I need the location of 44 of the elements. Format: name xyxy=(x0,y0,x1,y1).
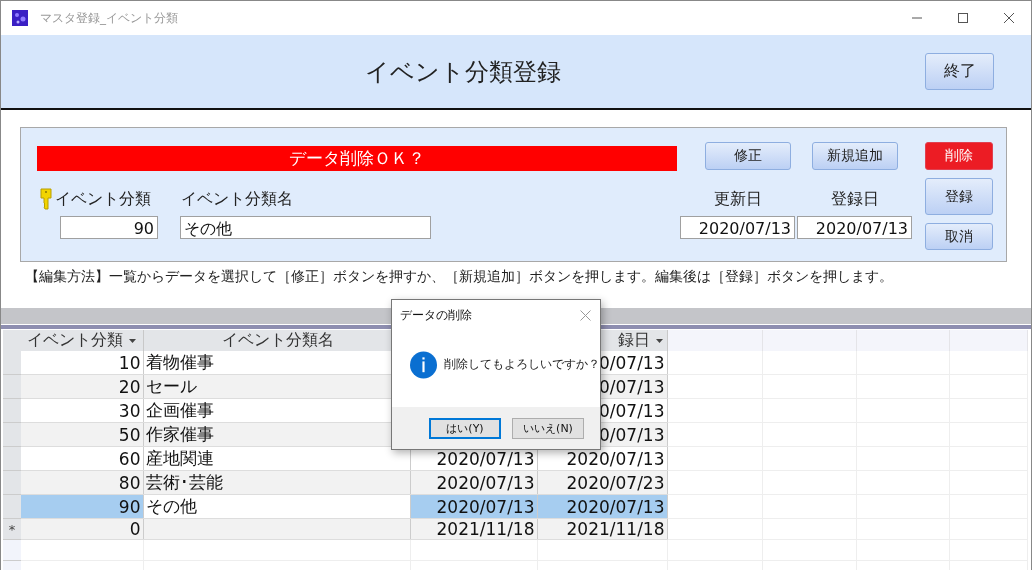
dialog-title: データの削除 xyxy=(400,306,472,324)
message-bar: データ削除ＯＫ？ xyxy=(37,146,677,171)
table-cell: 2020/07/13 xyxy=(410,470,537,495)
action-button[interactable]: 登録 xyxy=(925,178,993,215)
app-icon xyxy=(12,10,28,26)
table-cell: 2020/07/13 xyxy=(410,494,537,519)
dialog-button[interactable]: いいえ(N) xyxy=(512,417,584,439)
field-label: 登録日 xyxy=(830,188,879,210)
dropdown-icon[interactable] xyxy=(129,338,136,343)
table-cell: 80 xyxy=(21,470,143,495)
table-cell: 2020/07/23 xyxy=(537,470,667,495)
action-button[interactable]: 新規追加 xyxy=(812,142,898,170)
instruction-text: 【編集方法】一覧からデータを選択して［修正］ボタンを押すか、［新規追加］ボタンを押します。編集後は［登録］ボタンを押します。 xyxy=(25,268,894,286)
table-cell: 30 xyxy=(21,398,143,423)
table-cell: その他 xyxy=(143,494,410,519)
key-icon xyxy=(39,188,53,210)
table-cell: 50 xyxy=(21,422,143,447)
table-cell: 芸術･芸能 xyxy=(143,470,410,495)
dropdown-icon[interactable] xyxy=(655,338,663,343)
date-field[interactable]: 2020/07/13 xyxy=(680,216,795,239)
field-label: 更新日 xyxy=(713,188,762,210)
dialog-button[interactable]: はい(Y) xyxy=(429,417,501,439)
info-icon xyxy=(410,349,437,380)
maximize-icon[interactable] xyxy=(957,12,969,24)
table-cell: 10 xyxy=(21,351,143,375)
exit-button[interactable]: 終了 xyxy=(925,53,994,90)
input-field[interactable]: その他 xyxy=(180,216,431,239)
close-icon[interactable] xyxy=(1003,12,1015,24)
table-cell: 60 xyxy=(21,446,143,471)
table-cell: 産地関連 xyxy=(143,446,410,471)
table-cell: 0 xyxy=(21,518,143,540)
window-title: マスタ登録_イベント分類 xyxy=(40,9,178,27)
table-cell: 90 xyxy=(21,494,143,519)
table-cell: 2020/07/13 xyxy=(537,494,667,519)
table-cell: 20 xyxy=(21,374,143,399)
field-label: イベント分類名 xyxy=(181,189,293,210)
new-record-icon: * xyxy=(8,521,16,537)
input-field[interactable]: 90 xyxy=(60,216,158,239)
action-button[interactable]: 取消 xyxy=(925,223,993,250)
form-title: イベント分類登録 xyxy=(364,56,562,88)
action-button[interactable]: 修正 xyxy=(705,142,791,170)
action-button[interactable]: 削除 xyxy=(925,142,993,170)
date-field[interactable]: 2020/07/13 xyxy=(797,216,912,239)
field-label: イベント分類 xyxy=(55,189,151,210)
